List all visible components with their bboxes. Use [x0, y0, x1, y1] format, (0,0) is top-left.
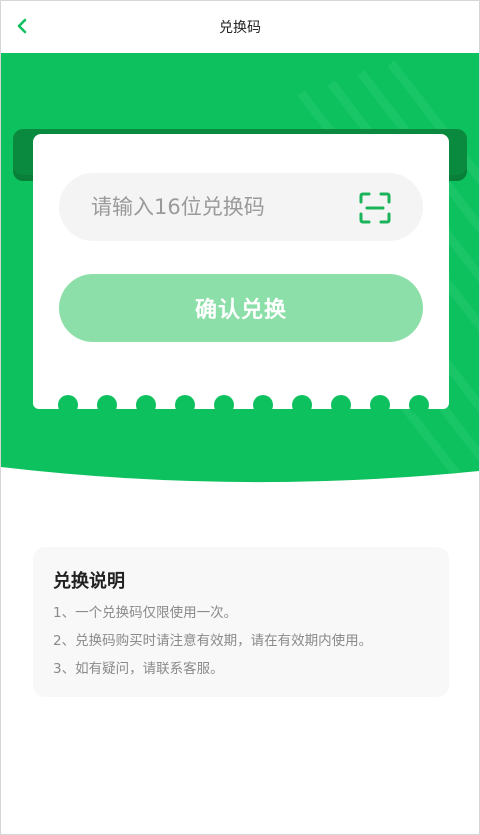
card-scallop-edge	[33, 389, 449, 413]
scan-button[interactable]	[357, 190, 393, 226]
nav-bar: 兑换码	[1, 1, 479, 53]
instruction-item: 3、如有疑问，请联系客服。	[53, 661, 224, 677]
instruction-item: 1、一个兑换码仅限使用一次。	[53, 605, 238, 621]
redeem-code-screen: 兑换码 请输入16位兑换码 确认兑换 兑换说明 1、一个兑换码仅限使用一次。 2…	[0, 0, 480, 835]
instructions-title: 兑换说明	[53, 571, 125, 592]
redeem-code-field	[59, 173, 423, 241]
confirm-redeem-button[interactable]: 确认兑换	[59, 274, 423, 342]
scan-icon	[359, 192, 391, 224]
instructions-list: 1、一个兑换码仅限使用一次。 2、兑换码购买时请注意有效期，请在有效期内使用。 …	[53, 599, 372, 683]
redeem-code-input[interactable]	[91, 173, 341, 241]
page-title: 兑换码	[219, 20, 261, 36]
redeem-instructions: 兑换说明 1、一个兑换码仅限使用一次。 2、兑换码购买时请注意有效期，请在有效期…	[33, 547, 449, 697]
instruction-item: 2、兑换码购买时请注意有效期，请在有效期内使用。	[53, 633, 373, 649]
